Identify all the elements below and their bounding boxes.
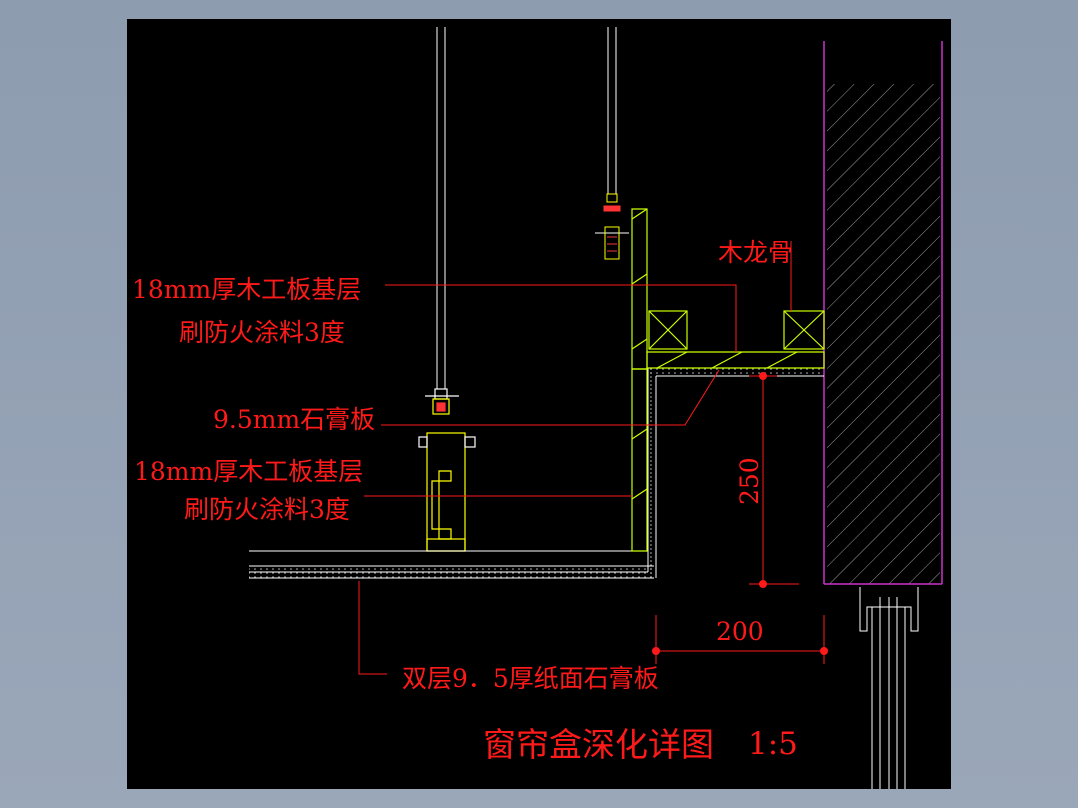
dimension-width: 200: [716, 617, 764, 646]
cad-drawing: 木龙骨 18mm厚木工板基层 刷防火涂料3度 9.5mm石膏板 18mm厚木工板…: [132, 27, 943, 789]
leader-lines: [358, 241, 792, 675]
drawing-canvas: 木龙骨 18mm厚木工板基层 刷防火涂料3度 9.5mm石膏板 18mm厚木工板…: [127, 19, 951, 789]
ceiling-keel-hanger: [418, 388, 476, 552]
label-double-gypsum: 双层9．5厚纸面石膏板: [402, 664, 659, 693]
dimension-height: 250: [735, 457, 764, 505]
label-plywood-mid-1: 18mm厚木工板基层: [134, 457, 363, 486]
window-frame: [859, 587, 919, 789]
drawing-title: 窗帘盒深化详图: [483, 725, 714, 764]
hanger-rods: [436, 27, 617, 389]
label-plywood-mid-2: 刷防火涂料3度: [184, 495, 350, 524]
label-wood-keel: 木龙骨: [718, 238, 793, 267]
drawing-scale: 1:5: [748, 726, 798, 762]
label-plywood-top-2: 刷防火涂料3度: [179, 318, 345, 347]
upper-bolt: [595, 193, 629, 260]
label-gypsum-board: 9.5mm石膏板: [213, 405, 375, 434]
concrete-wall: [823, 41, 943, 585]
label-plywood-top-1: 18mm厚木工板基层: [132, 275, 361, 304]
ceiling-gypsum: [249, 550, 654, 579]
